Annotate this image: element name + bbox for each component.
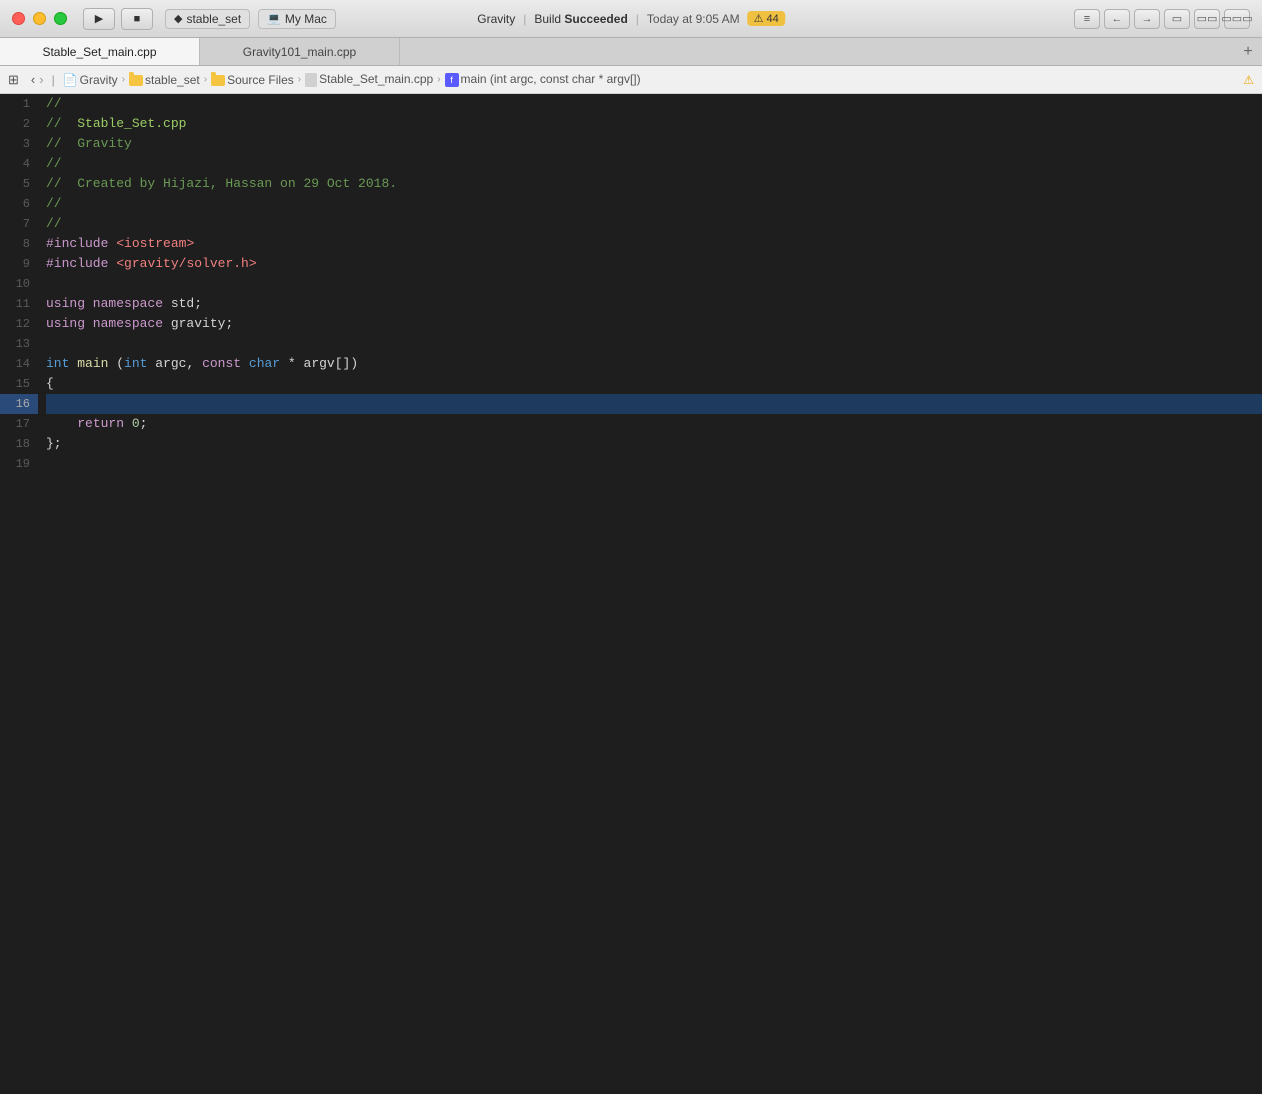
device-selector[interactable]: 💻 My Mac [258,9,336,29]
breadcrumb-project[interactable]: 📄Gravity [63,73,118,87]
breadcrumb-div1: | [52,73,55,87]
build-separator: | [523,12,526,26]
titlebar-center: Gravity | Build Succeeded | Today at 9:0… [477,11,785,26]
line-num-7: 7 [0,214,38,234]
line-num-2: 2 [0,114,38,134]
line-num-13: 13 [0,334,38,354]
breadcrumb-grid-icon[interactable]: ⊞ [8,72,19,88]
titlebar-right: ≡ ← → ▭ ▭▭ ▭▭▭ [1074,9,1250,29]
layout-triple[interactable]: ▭▭▭ [1224,9,1250,29]
device-icon: 💻 [267,12,281,25]
line-num-3: 3 [0,134,38,154]
line-num-4: 4 [0,154,38,174]
line-num-5: 5 [0,174,38,194]
tab-stable-set-main[interactable]: Stable_Set_main.cpp [0,38,200,65]
tab-add-button[interactable]: + [1234,38,1262,65]
scheme-name: stable_set [186,12,241,26]
breadcrumb-forward-icon[interactable]: › [39,72,43,87]
line-num-10: 10 [0,274,38,294]
line-num-16: 16 [0,394,38,414]
code-line-19 [46,454,1262,474]
code-line-13 [46,334,1262,354]
code-line-16 [46,394,1262,414]
code-line-6: // [46,194,1262,214]
line-num-1: 1 [0,94,38,114]
code-line-8: #include <iostream> [46,234,1262,254]
build-status: Build Succeeded [534,12,627,26]
breadcrumb-warn-icon: ⚠ [1243,73,1254,87]
breadcrumb-source-files[interactable]: Source Files [211,73,294,87]
code-line-4: // [46,154,1262,174]
tab-label: Gravity101_main.cpp [243,45,356,59]
stop-button[interactable]: ■ [121,8,153,30]
code-content[interactable]: // // Stable_Set.cpp // Gravity // // Cr… [38,94,1262,1094]
code-line-2: // Stable_Set.cpp [46,114,1262,134]
file-icon [305,73,317,87]
line-num-17: 17 [0,414,38,434]
line-num-19: 19 [0,454,38,474]
line-num-12: 12 [0,314,38,334]
forward-button[interactable]: → [1134,9,1160,29]
warning-badge[interactable]: ⚠ 44 [748,11,785,26]
code-line-9: #include <gravity/solver.h> [46,254,1262,274]
line-num-9: 9 [0,254,38,274]
code-line-15: { [46,374,1262,394]
layout-split[interactable]: ▭▭ [1194,9,1220,29]
breadcrumb-chevron-4: › [437,74,440,85]
tab-gravity101-main[interactable]: Gravity101_main.cpp [200,38,400,65]
breadcrumb-function[interactable]: fmain (int argc, const char * argv[]) [445,72,641,87]
breadcrumb-warning: ⚠ [1243,73,1254,87]
line-num-14: 14 [0,354,38,374]
titlebar: ▶ ■ ◆ stable_set 💻 My Mac Gravity | Buil… [0,0,1262,38]
code-line-1: // [46,94,1262,114]
code-line-3: // Gravity [46,134,1262,154]
back-button[interactable]: ← [1104,9,1130,29]
code-line-10 [46,274,1262,294]
folder-icon-1 [129,75,143,86]
line-num-15: 15 [0,374,38,394]
breadcrumb: ⊞ ‹ › | 📄Gravity › stable_set › Source F… [0,66,1262,94]
code-line-14: int main (int argc, const char * argv[]) [46,354,1262,374]
breadcrumb-chevron-2: › [204,74,207,85]
code-editor[interactable]: 1 2 3 4 5 6 7 8 9 10 11 12 13 14 15 16 1… [0,94,1262,1094]
code-line-18: }; [46,434,1262,454]
timestamp-separator: | [636,12,639,26]
run-button[interactable]: ▶ [83,8,115,30]
breadcrumb-back-icon[interactable]: ‹ [31,72,35,87]
line-num-11: 11 [0,294,38,314]
layout-single[interactable]: ▭ [1164,9,1190,29]
maximize-button[interactable] [54,12,67,25]
line-num-6: 6 [0,194,38,214]
project-icon: 📄 [63,73,78,87]
scheme-selector[interactable]: ◆ stable_set [165,9,250,29]
line-num-18: 18 [0,434,38,454]
code-line-11: using namespace std; [46,294,1262,314]
line-num-8: 8 [0,234,38,254]
code-line-5: // Created by Hijazi, Hassan on 29 Oct 2… [46,174,1262,194]
build-timestamp: Today at 9:05 AM [647,12,740,26]
breadcrumb-chevron-1: › [122,74,125,85]
tabbar: Stable_Set_main.cpp Gravity101_main.cpp … [0,38,1262,66]
warning-count: 44 [767,13,779,25]
code-line-12: using namespace gravity; [46,314,1262,334]
close-button[interactable] [12,12,25,25]
toolbar-controls: ▶ ■ [67,8,153,30]
breadcrumb-stable-set[interactable]: stable_set [129,73,200,87]
code-line-7: // [46,214,1262,234]
minimize-button[interactable] [33,12,46,25]
device-name: My Mac [285,12,327,26]
breadcrumb-chevron-3: › [298,74,301,85]
breadcrumb-cpp-file[interactable]: Stable_Set_main.cpp [305,72,433,87]
function-icon: f [445,73,459,87]
folder-icon-2 [211,75,225,86]
warning-triangle-icon: ⚠ [754,12,764,25]
line-numbers: 1 2 3 4 5 6 7 8 9 10 11 12 13 14 15 16 1… [0,94,38,1094]
build-gravity-label: Gravity [477,12,515,26]
scheme-icon: ◆ [174,12,182,25]
traffic-lights [0,12,67,25]
code-line-17: return 0; [46,414,1262,434]
tab-label: Stable_Set_main.cpp [42,45,156,59]
sidebar-toggle-left[interactable]: ≡ [1074,9,1100,29]
